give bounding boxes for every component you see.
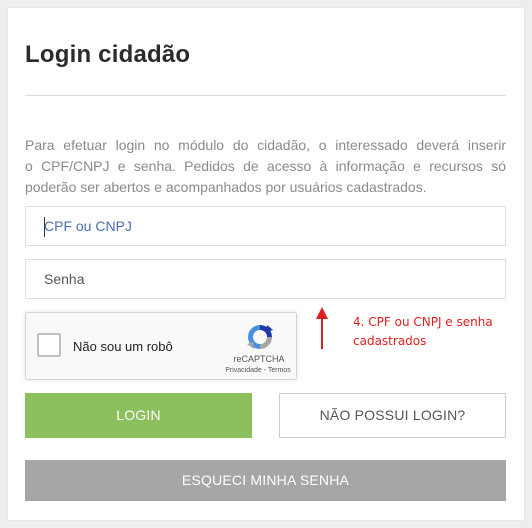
recaptcha-links[interactable]: Privacidade - Termos xyxy=(213,367,303,374)
up-arrow-icon xyxy=(316,307,328,349)
login-button[interactable]: LOGIN xyxy=(25,393,252,438)
page-title: Login cidadão xyxy=(25,41,191,68)
recaptcha-label: Não sou um robô xyxy=(73,339,173,354)
intro-line-3: poderão ser abertos e acompanhados por u… xyxy=(25,179,427,195)
password-placeholder: Senha xyxy=(44,271,85,287)
no-login-button[interactable]: NÃO POSSUI LOGIN? xyxy=(279,393,506,438)
cpf-cnpj-placeholder: CPF ou CNPJ xyxy=(44,218,132,234)
forgot-password-button[interactable]: ESQUECI MINHA SENHA xyxy=(25,460,506,501)
recaptcha-checkbox[interactable] xyxy=(37,333,61,357)
cpf-cnpj-input[interactable]: CPF ou CNPJ xyxy=(25,206,506,246)
recaptcha-widget: Não sou um robô reCAPTCHA Privacidade - … xyxy=(25,312,297,380)
divider xyxy=(25,95,506,96)
annotation-line-2: cadastrados xyxy=(353,334,427,348)
recaptcha-brand: reCAPTCHA xyxy=(233,354,285,364)
password-input[interactable]: Senha xyxy=(25,259,506,299)
login-card: Login cidadão Para efetuar login no módu… xyxy=(8,8,524,520)
intro-line-1: Para efetuar login no módulo do cidadão,… xyxy=(25,137,506,153)
intro-line-2: o CPF/CNPJ e senha. Pedidos de acesso à … xyxy=(25,158,506,174)
intro-text: Para efetuar login no módulo do cidadão,… xyxy=(25,135,506,198)
annotation-line-1: 4. CPF ou CNPJ e senha xyxy=(353,315,493,329)
recaptcha-logo-icon xyxy=(247,325,273,349)
annotation-text: 4. CPF ou CNPJ e senha cadastrados xyxy=(353,313,523,351)
